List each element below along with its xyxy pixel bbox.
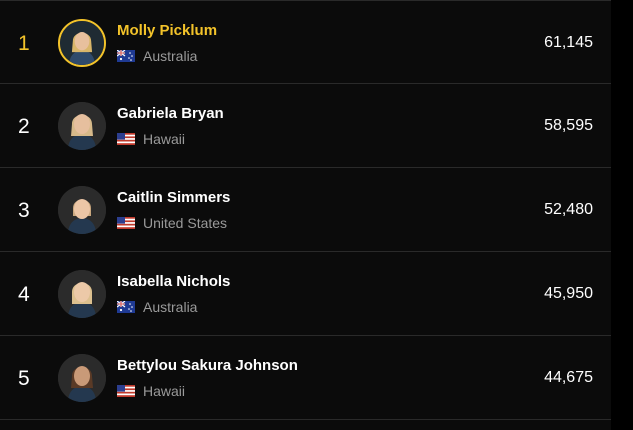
surfer-country: Hawaii [117,130,185,148]
surfer-name[interactable]: Caitlin Simmers [117,189,230,207]
rank-number: 3 [18,199,30,222]
ranking-row-3[interactable]: 3 Caitlin Simmers United States 52,480 [0,168,611,252]
surfer-avatar[interactable] [58,186,106,234]
us-flag-icon [117,133,135,145]
avatar-portrait-icon [58,186,106,234]
points-value: 52,480 [544,201,593,218]
ranking-row-2[interactable]: 2 Gabriela Bryan Hawaii 58,595 [0,84,611,168]
avatar-portrait-icon [58,102,106,150]
country-name: United States [143,215,228,231]
avatar-portrait-icon [60,21,104,65]
rank-number: 1 [18,32,30,55]
surfer-country: Australia [117,298,197,316]
points-value: 58,595 [544,117,593,134]
avatar-portrait-icon [58,354,106,402]
surfer-name[interactable]: Gabriela Bryan [117,105,224,123]
rank-number: 4 [18,283,30,306]
points-value: 45,950 [544,285,593,302]
points-value: 44,675 [544,369,593,386]
country-name: Australia [143,299,198,315]
country-name: Hawaii [143,383,186,399]
ranking-row-4[interactable]: 4 Isabella Nichols Australia 45,950 [0,252,611,336]
surfer-avatar[interactable] [58,270,106,318]
avatar-portrait-icon [58,270,106,318]
rankings-board: 1 Molly Picklum Australia 61,145 2 Gabri… [0,0,611,430]
us-flag-icon [117,217,135,229]
surfer-country: United States [117,214,227,232]
ranking-row-1[interactable]: 1 Molly Picklum Australia 61,145 [0,0,611,84]
surfer-country: Hawaii [117,382,185,400]
rank-number: 2 [18,115,30,138]
country-name: Hawaii [143,131,186,147]
surfer-avatar[interactable] [58,19,106,67]
points-value: 61,145 [544,34,593,51]
rank-number: 5 [18,367,30,390]
scrollbar-track[interactable] [611,0,633,430]
surfer-name[interactable]: Isabella Nichols [117,273,230,291]
ranking-row-5[interactable]: 5 Bettylou Sakura Johnson Hawaii 44,675 [0,336,611,420]
surfer-country: Australia [117,47,197,65]
surfer-avatar[interactable] [58,354,106,402]
surfer-name[interactable]: Bettylou Sakura Johnson [117,357,298,375]
australia-flag-icon [117,301,135,313]
surfer-name[interactable]: Molly Picklum [117,22,217,40]
us-flag-icon [117,385,135,397]
australia-flag-icon [117,50,135,62]
surfer-avatar[interactable] [58,102,106,150]
country-name: Australia [143,48,198,64]
